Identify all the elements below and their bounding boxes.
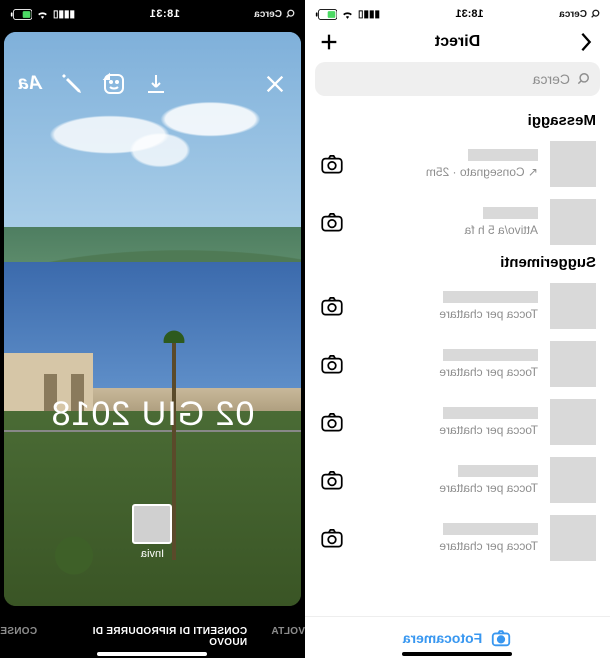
camera-icon[interactable] bbox=[319, 151, 345, 177]
username-placeholder bbox=[443, 349, 538, 361]
status-signals: ▮▮▮▯ bbox=[315, 9, 380, 20]
subtitle: Tocca per chattare bbox=[439, 481, 538, 495]
list-item[interactable]: Tocca per chattare bbox=[305, 335, 610, 393]
send-target[interactable]: Invia bbox=[133, 504, 173, 560]
send-label: Invia bbox=[133, 548, 173, 560]
list-item[interactable]: Tocca per chattare bbox=[305, 451, 610, 509]
section-suggestions: Suggerimenti bbox=[305, 248, 610, 277]
list-item[interactable]: Attivo/a 5 h fa bbox=[305, 193, 610, 248]
wifi-icon bbox=[36, 9, 49, 19]
save-icon[interactable] bbox=[144, 72, 168, 96]
nav-bar: Direct bbox=[305, 24, 610, 62]
status-bar: Cerca 18:31 ▮▮▮▯ bbox=[0, 0, 305, 24]
spotlight-search: Cerca bbox=[254, 9, 295, 20]
subtitle: Tocca per chattare bbox=[439, 539, 538, 553]
status-bar: Cerca 18:31 ▮▮▮▯ bbox=[305, 0, 610, 24]
suggestion-list: Tocca per chattare Tocca per chattare Tocc… bbox=[305, 277, 610, 616]
page-title: Direct bbox=[435, 33, 480, 51]
avatar bbox=[550, 457, 596, 503]
story-toolbar: Aa bbox=[18, 72, 287, 96]
compose-icon[interactable] bbox=[317, 30, 341, 54]
signal-icon: ▮▮▮▯ bbox=[358, 9, 380, 20]
search-input[interactable]: Cerca bbox=[315, 62, 600, 96]
username-placeholder bbox=[443, 523, 538, 535]
close-icon[interactable] bbox=[263, 72, 287, 96]
battery-icon bbox=[10, 9, 32, 20]
signal-icon: ▮▮▮▯ bbox=[53, 9, 75, 20]
username-placeholder bbox=[443, 407, 538, 419]
username-placeholder bbox=[458, 465, 538, 477]
avatar bbox=[550, 515, 596, 561]
camera-icon[interactable] bbox=[319, 409, 345, 435]
battery-icon bbox=[315, 9, 337, 20]
avatar bbox=[550, 199, 596, 245]
list-item[interactable]: Tocca per chattare bbox=[305, 509, 610, 567]
search-icon bbox=[576, 72, 590, 86]
home-indicator bbox=[403, 652, 513, 656]
story-photo-canvas[interactable]: Aa 02 GIU 2018 Invia bbox=[4, 32, 301, 606]
avatar bbox=[550, 399, 596, 445]
sticker-icon[interactable] bbox=[102, 72, 126, 96]
camera-icon[interactable] bbox=[319, 209, 345, 235]
draw-icon[interactable] bbox=[60, 72, 84, 96]
status-time: 18:31 bbox=[149, 8, 180, 20]
camera-icon[interactable] bbox=[319, 293, 345, 319]
tab-replay[interactable]: CONSENTI DI RIPRODURRE DI NUOVO bbox=[61, 626, 247, 648]
message-list: ↖ Consegnato · 25m Attivo/a 5 h fa bbox=[305, 135, 610, 248]
tab-keep[interactable]: CONSE bbox=[0, 626, 37, 648]
spotlight-search: Cerca bbox=[559, 9, 600, 20]
status-signals: ▮▮▮▯ bbox=[10, 9, 75, 20]
view-mode-tabs[interactable]: VOLTA CONSENTI DI RIPRODURRE DI NUOVO CO… bbox=[0, 626, 305, 648]
date-sticker[interactable]: 02 GIU 2018 bbox=[4, 395, 301, 434]
status-time: 18:31 bbox=[456, 8, 484, 20]
list-item[interactable]: Tocca per chattare bbox=[305, 393, 610, 451]
home-indicator bbox=[98, 652, 208, 656]
subtitle: Tocca per chattare bbox=[439, 307, 538, 321]
tab-once[interactable]: VOLTA bbox=[271, 626, 305, 648]
list-item[interactable]: ↖ Consegnato · 25m bbox=[305, 135, 610, 193]
camera-icon[interactable] bbox=[319, 351, 345, 377]
camera-icon[interactable] bbox=[319, 467, 345, 493]
recipient-avatar bbox=[133, 504, 173, 544]
username-placeholder bbox=[483, 207, 538, 219]
text-icon[interactable]: Aa bbox=[18, 72, 42, 96]
story-editor-pane: Cerca 18:31 ▮▮▮▯ bbox=[0, 0, 305, 658]
subtitle: ↖ Consegnato · 25m bbox=[426, 165, 538, 179]
direct-inbox-pane: Cerca 18:31 ▮▮▮▯ Direct Cerca Messaggi ↖… bbox=[305, 0, 610, 658]
avatar bbox=[550, 341, 596, 387]
avatar bbox=[550, 283, 596, 329]
section-messages: Messaggi bbox=[305, 106, 610, 135]
avatar bbox=[550, 141, 596, 187]
camera-icon[interactable] bbox=[319, 525, 345, 551]
username-placeholder bbox=[468, 149, 538, 161]
camera-icon bbox=[490, 627, 512, 649]
back-icon[interactable] bbox=[574, 30, 598, 54]
search-placeholder: Cerca bbox=[533, 71, 570, 87]
subtitle: Attivo/a 5 h fa bbox=[465, 223, 538, 237]
footer-label: Fotocamera bbox=[403, 630, 482, 646]
list-item[interactable]: Tocca per chattare bbox=[305, 277, 610, 335]
username-placeholder bbox=[443, 291, 538, 303]
subtitle: Tocca per chattare bbox=[439, 423, 538, 437]
subtitle: Tocca per chattare bbox=[439, 365, 538, 379]
wifi-icon bbox=[341, 9, 354, 19]
